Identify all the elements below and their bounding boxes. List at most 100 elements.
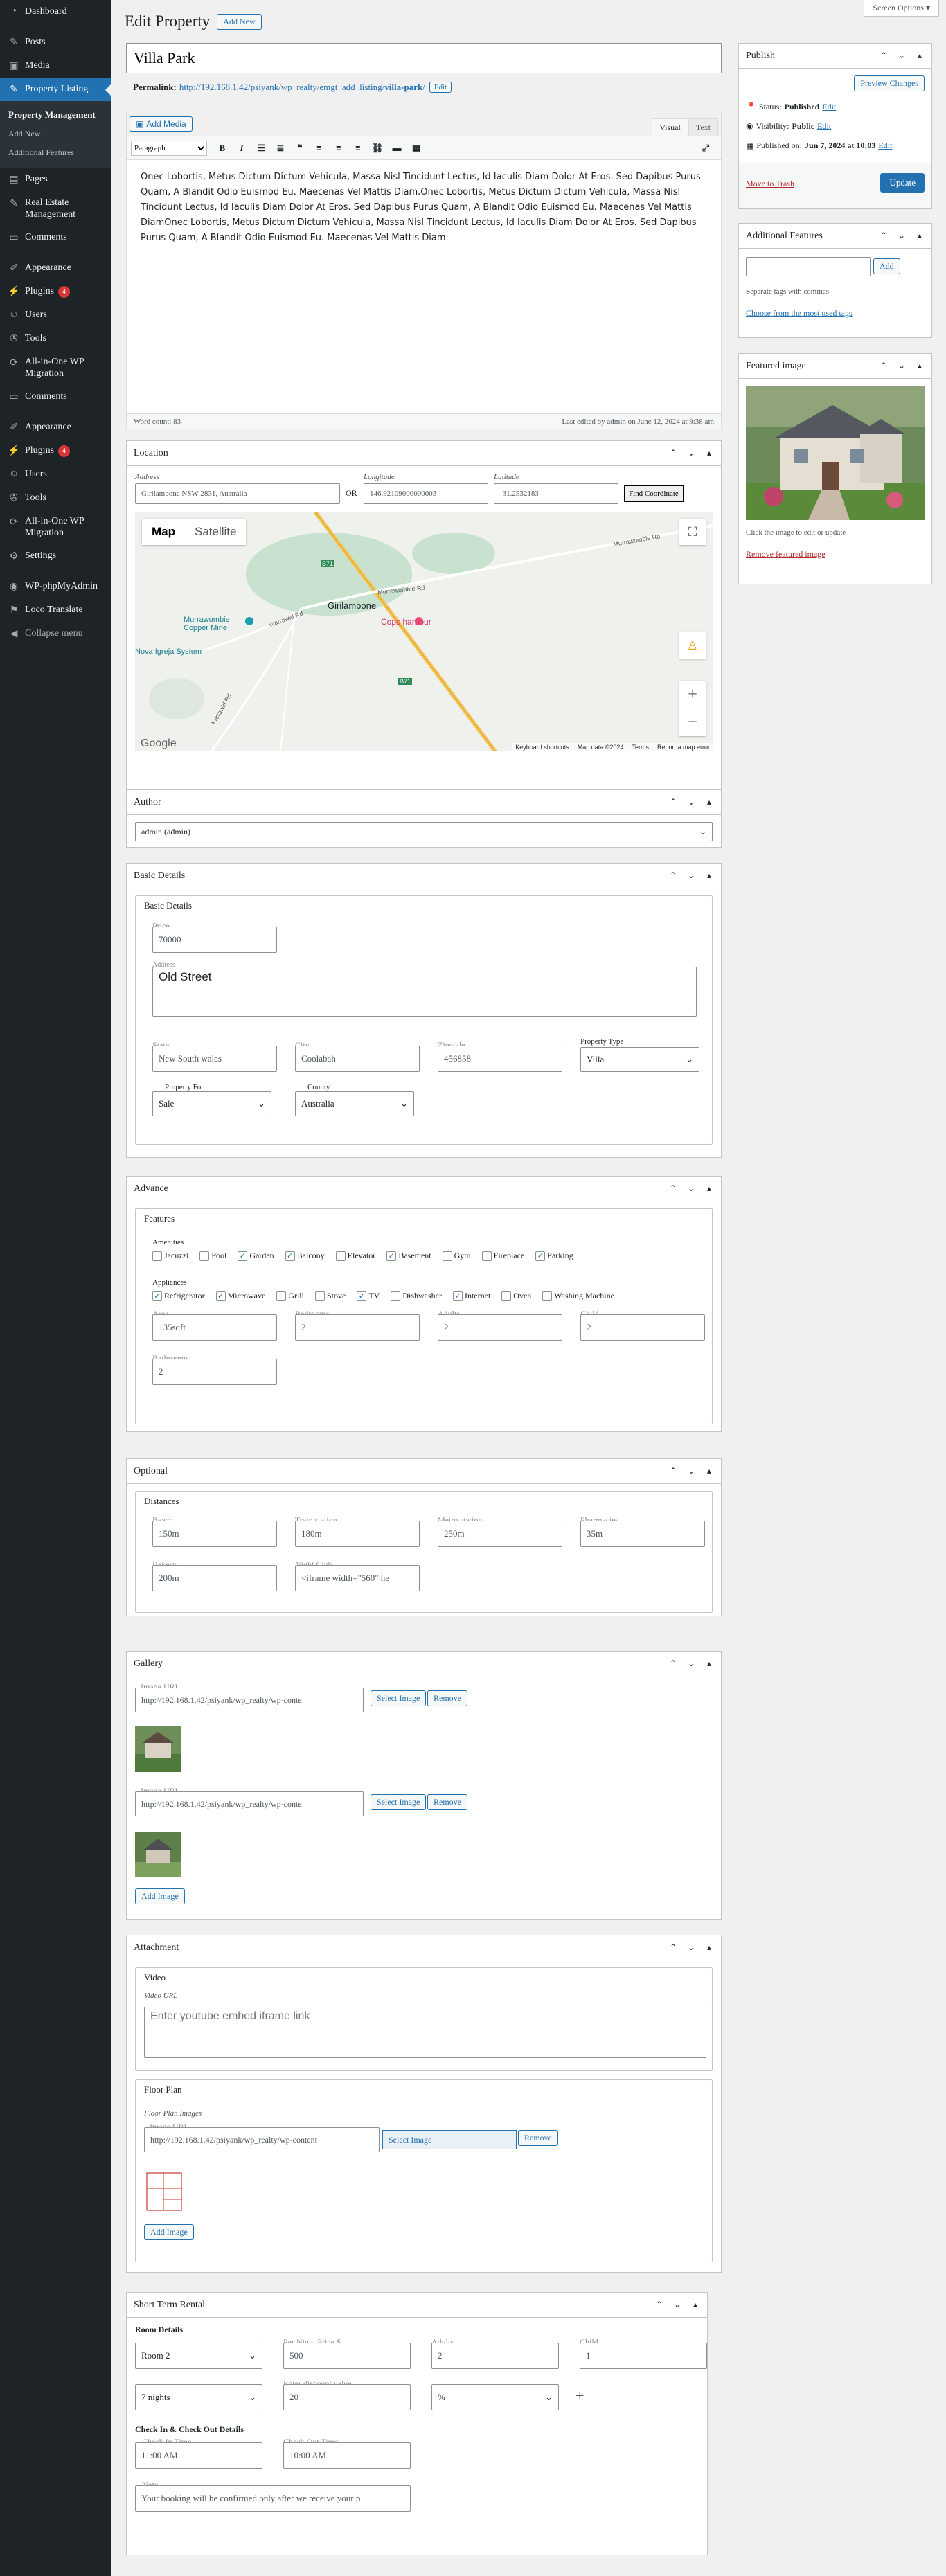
menu-users-2[interactable]: ☺ Users xyxy=(0,463,111,486)
submenu-additional-features[interactable]: Additional Features xyxy=(0,143,111,162)
amenities-checkbox-gym[interactable]: Gym xyxy=(442,1251,471,1261)
child-input[interactable] xyxy=(580,1314,705,1341)
blockquote-icon[interactable]: ❝ xyxy=(290,139,310,157)
toggle-icon[interactable]: ▴ xyxy=(915,231,925,241)
amenities-checkbox-balcony[interactable]: ✓ Balcony xyxy=(285,1251,325,1261)
menu-media[interactable]: ▣ Media xyxy=(0,54,111,78)
note-input[interactable] xyxy=(135,2485,411,2512)
move-down-icon[interactable]: ⌄ xyxy=(686,1658,696,1669)
discount-value-input[interactable] xyxy=(283,2384,411,2410)
nights-select[interactable]: 7 nights ⌄ xyxy=(135,2384,262,2410)
checkmark-icon[interactable]: ✓ xyxy=(285,1251,295,1261)
move-up-icon[interactable]: ⌃ xyxy=(654,2300,664,2310)
map-tab-map[interactable]: Map xyxy=(142,525,185,539)
keyboard-shortcuts-link[interactable]: Keyboard shortcuts xyxy=(515,744,569,751)
move-up-icon[interactable]: ⌃ xyxy=(879,361,889,371)
bedrooms-input[interactable] xyxy=(295,1314,420,1341)
add-new-button[interactable]: Add New xyxy=(217,13,262,30)
latitude-input[interactable] xyxy=(494,483,618,504)
appliances-checkbox-stove[interactable]: Stove xyxy=(314,1291,346,1301)
submenu-property-management[interactable]: Property Management xyxy=(0,105,111,125)
remove-featured-image-link[interactable]: Remove featured image xyxy=(746,549,825,560)
menu-loco-translate[interactable]: ⚑ Loco Translate xyxy=(0,598,111,622)
tab-text[interactable]: Text xyxy=(688,118,718,136)
checkbox-empty[interactable] xyxy=(391,1291,401,1301)
align-left-icon[interactable]: ≡ xyxy=(310,139,329,157)
discount-type-select[interactable]: % ⌄ xyxy=(431,2384,559,2410)
checkbox-empty[interactable] xyxy=(542,1291,553,1301)
author-select[interactable]: admin (admin) ⌄ xyxy=(135,822,713,841)
menu-tools[interactable]: ✇ Tools xyxy=(0,327,111,350)
move-down-icon[interactable]: ⌄ xyxy=(686,1183,696,1194)
floor-plan-select-image-button[interactable]: Select Image xyxy=(382,2130,517,2149)
bathrooms-input[interactable] xyxy=(152,1359,277,1385)
amenities-checkbox-fireplace[interactable]: Fireplace xyxy=(481,1251,524,1261)
zoom-in-icon[interactable]: + xyxy=(688,686,697,704)
italic-icon[interactable]: I xyxy=(232,139,251,157)
move-down-icon[interactable]: ⌄ xyxy=(672,2300,682,2310)
toggle-icon[interactable]: ▴ xyxy=(690,2300,700,2310)
checkmark-icon[interactable]: ✓ xyxy=(535,1251,546,1261)
checkbox-empty[interactable] xyxy=(152,1251,162,1261)
gallery-select-image-button-2[interactable]: Select Image xyxy=(371,1794,427,1810)
choose-most-used-tags-link[interactable]: Choose from the most used tags xyxy=(746,308,853,319)
street-view-icon[interactable]: ♙ xyxy=(679,632,706,659)
gallery-url-input-2[interactable] xyxy=(135,1791,364,1816)
property-for-select[interactable]: Sale ⌄ xyxy=(152,1091,271,1116)
move-down-icon[interactable]: ⌄ xyxy=(686,797,696,807)
menu-settings[interactable]: ⚙ Settings xyxy=(0,544,111,568)
check-out-time-input[interactable] xyxy=(283,2442,411,2469)
menu-collapse[interactable]: ◀ Collapse menu xyxy=(0,622,111,645)
toggle-icon[interactable]: ▴ xyxy=(704,1466,714,1476)
price-input[interactable] xyxy=(152,927,277,953)
property-type-select[interactable]: Villa ⌄ xyxy=(580,1047,699,1072)
menu-all-in-one-migration[interactable]: ⟳ All-in-One WP Migration xyxy=(0,350,111,385)
per-night-price-input[interactable] xyxy=(283,2343,411,2369)
location-map[interactable]: B71 B71 Girilambone Cops harbour Murrawo… xyxy=(135,512,713,751)
move-down-icon[interactable]: ⌄ xyxy=(686,448,696,458)
bakery-input[interactable] xyxy=(152,1565,277,1591)
menu-plugins-2[interactable]: ⚡ Plugins 4 xyxy=(0,439,111,463)
toggle-icon[interactable]: ▴ xyxy=(704,1658,714,1669)
move-up-icon[interactable]: ⌃ xyxy=(668,1466,678,1476)
gallery-add-image-button[interactable]: Add Image xyxy=(135,1888,185,1904)
move-down-icon[interactable]: ⌄ xyxy=(897,361,907,371)
add-media-button[interactable]: ▣ Add Media xyxy=(130,116,193,132)
move-up-icon[interactable]: ⌃ xyxy=(879,231,889,241)
city-input[interactable] xyxy=(295,1046,420,1072)
move-down-icon[interactable]: ⌄ xyxy=(686,870,696,881)
toggle-icon[interactable]: ▴ xyxy=(704,1942,714,1953)
toolbar-toggle-icon[interactable]: ▦ xyxy=(407,139,426,157)
gallery-url-input-1[interactable] xyxy=(135,1688,364,1712)
submenu-add-new[interactable]: Add New xyxy=(0,125,111,143)
checkbox-empty[interactable] xyxy=(276,1291,287,1301)
menu-dashboard[interactable]: ◔ Dashboard xyxy=(0,0,111,24)
toggle-icon[interactable]: ▴ xyxy=(915,361,925,371)
checkmark-icon[interactable]: ✓ xyxy=(215,1291,226,1301)
menu-real-estate-management[interactable]: ✎ Real Estate Management xyxy=(0,191,111,226)
move-up-icon[interactable]: ⌃ xyxy=(879,51,889,61)
menu-appearance[interactable]: ✐ Appearance xyxy=(0,256,111,280)
visibility-edit-link[interactable]: Edit xyxy=(817,121,831,132)
check-in-time-input[interactable] xyxy=(135,2442,262,2469)
state-input[interactable] xyxy=(152,1046,277,1072)
menu-wp-phpmyadmin[interactable]: ◉ WP-phpMyAdmin xyxy=(0,575,111,598)
toggle-icon[interactable]: ▴ xyxy=(704,448,714,458)
checkmark-icon[interactable]: ✓ xyxy=(238,1251,248,1261)
post-title-input[interactable] xyxy=(126,43,722,73)
checkbox-empty[interactable] xyxy=(442,1251,452,1261)
link-icon[interactable]: ⛓ xyxy=(368,139,387,157)
move-up-icon[interactable]: ⌃ xyxy=(668,1942,678,1953)
zoom-out-icon[interactable]: − xyxy=(688,713,697,732)
adults-input[interactable] xyxy=(438,1314,562,1341)
add-feature-button[interactable]: Add xyxy=(873,258,900,274)
terms-link[interactable]: Terms xyxy=(632,744,649,751)
train-station-input[interactable] xyxy=(295,1521,420,1547)
bullet-list-icon[interactable]: ☰ xyxy=(251,139,271,157)
address-input[interactable] xyxy=(135,483,340,504)
gallery-remove-button-1[interactable]: Remove xyxy=(427,1690,467,1706)
floor-plan-remove-button[interactable]: Remove xyxy=(518,2130,558,2146)
checkmark-icon[interactable]: ✓ xyxy=(452,1291,463,1301)
format-select[interactable]: Paragraph xyxy=(131,140,207,156)
checkmark-icon[interactable]: ✓ xyxy=(357,1291,367,1301)
